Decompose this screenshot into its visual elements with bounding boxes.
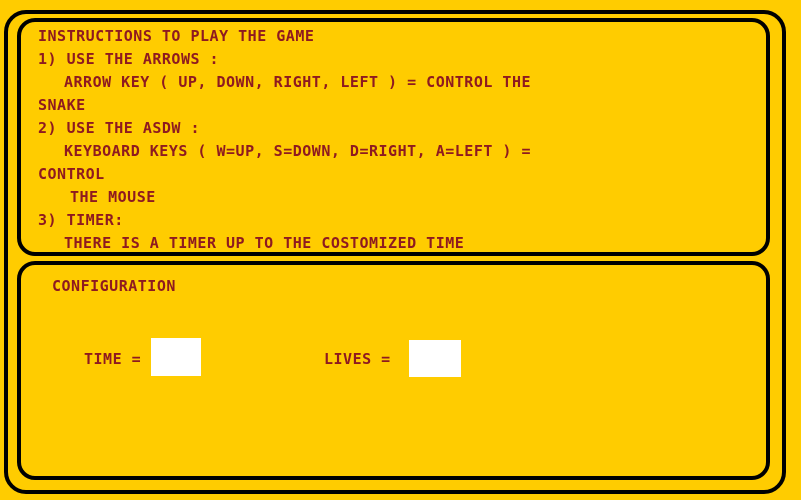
- configuration-title: CONFIGURATION: [52, 277, 176, 295]
- instructions-title: INSTRUCTIONS TO PLAY THE GAME: [38, 27, 315, 45]
- lives-label: LIVES =: [324, 350, 391, 368]
- instruction-arrows-heading: 1) USE THE ARROWS :: [38, 50, 220, 68]
- instruction-asdw-heading: 2) USE THE ASDW :: [38, 119, 201, 137]
- instruction-timer-heading: 3) TIMER:: [38, 211, 124, 229]
- instruction-timer-detail: THERE IS A TIMER UP TO THE COSTOMIZED TI…: [64, 234, 465, 252]
- time-input[interactable]: [151, 338, 201, 376]
- instruction-asdw-detail-cont: CONTROL: [38, 165, 105, 183]
- instruction-arrows-detail: ARROW KEY ( UP, DOWN, RIGHT, LEFT ) = CO…: [64, 73, 532, 91]
- instruction-arrows-detail-cont: SNAKE: [38, 96, 86, 114]
- instruction-asdw-detail-end: THE MOUSE: [70, 188, 156, 206]
- instruction-asdw-detail: KEYBOARD KEYS ( W=UP, S=DOWN, D=RIGHT, A…: [64, 142, 532, 160]
- time-label: TIME =: [84, 350, 142, 368]
- lives-input[interactable]: [409, 340, 461, 377]
